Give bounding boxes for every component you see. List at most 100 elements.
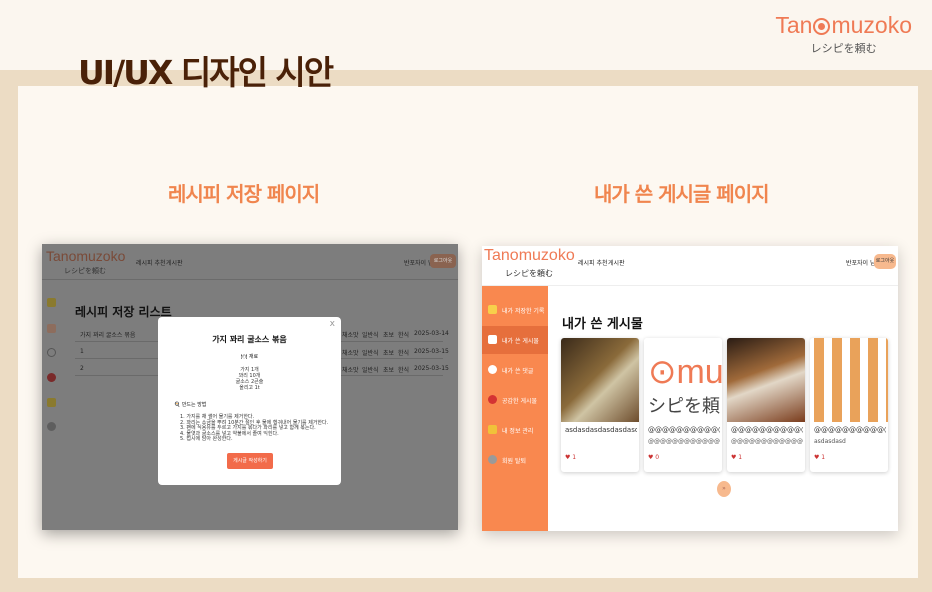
- logo-subtitle: レシピを頼む: [64, 267, 106, 275]
- sidebar-item-my-posts[interactable]: 내가 쓴 게시물: [482, 326, 548, 354]
- table-cell: 초보: [383, 332, 395, 339]
- likes: ♥ 1: [814, 454, 826, 461]
- post-desc: asdasdasd: [814, 438, 846, 445]
- table-cell: 2025-03-15: [414, 365, 449, 372]
- sidebar-item-label: 내가 저장한 기록: [502, 308, 545, 315]
- post-card[interactable]: @@@@@@@@@@@@@@@@ asdasdasd ♥ 1: [810, 338, 888, 472]
- table-cell: 채소맛: [342, 367, 359, 374]
- gear-icon: [488, 455, 497, 464]
- table-cell: 일반식: [362, 350, 379, 357]
- method-step: 5. 접시에 담아 완성한다.: [180, 436, 233, 442]
- key-icon: [488, 425, 497, 434]
- sidebar-item-label: 내가 쓴 게시물: [502, 338, 539, 345]
- post-title: @@@@@@@@@@@@@@@@: [731, 426, 803, 434]
- circle-icon[interactable]: [47, 348, 56, 357]
- heart-icon[interactable]: [47, 373, 56, 382]
- user-name: 반포자이 님: [846, 260, 876, 267]
- sidebar: 내가 저장한 기록 내가 쓴 게시물 내가 쓴 댓글 공감한 게시물 내 정보 …: [482, 286, 548, 531]
- table-cell: 일반식: [362, 367, 379, 374]
- logo[interactable]: Tanomuzoko: [46, 248, 125, 264]
- sidebar-item-label: 회원 탈퇴: [502, 458, 526, 465]
- post-card[interactable]: asdasdasdasdasdasd ♥ 1: [561, 338, 639, 472]
- logout-button[interactable]: 로그아웃: [430, 254, 456, 268]
- table-header-title: 가지 꽈리 굴소스 볶음: [80, 332, 136, 339]
- post-desc: @@@@@@@@@@@@@@@@@@: [648, 438, 720, 445]
- header: Tanomuzoko レシピを頼む 레시피 추천 게시판 반포자이 님 로그아웃: [42, 244, 458, 280]
- header: Tanomuzoko レシピを頼む 레시피 추천 게시판 반포자이 님 로그아웃: [482, 246, 898, 286]
- post-thumbnail: ⊙mu シピを頼: [644, 338, 722, 422]
- sidebar-item-my-info[interactable]: 내 정보 관리: [482, 416, 548, 444]
- like-count: 1: [821, 454, 826, 461]
- table-cell: 채소맛: [342, 332, 359, 339]
- circle-icon: [488, 365, 497, 374]
- folder-icon: [488, 305, 497, 314]
- table-cell: 일반식: [362, 332, 379, 339]
- folder-icon[interactable]: [47, 298, 56, 307]
- post-desc: @@@@@@@@@@@@@@@@@@: [731, 438, 803, 445]
- load-more-button[interactable]: »: [717, 481, 731, 497]
- method-label: 🍳 만드는 방법: [174, 402, 207, 408]
- table-row-number[interactable]: 2: [80, 365, 84, 372]
- sidebar-item-withdraw[interactable]: 회원 탈퇴: [482, 446, 548, 474]
- post-title: asdasdasdasdasdasd: [565, 426, 637, 434]
- post-title: @@@@@@@@@@@@@@@@: [648, 426, 720, 434]
- nav-recipe-recommend[interactable]: 레시피 추천: [578, 258, 608, 267]
- table-cell: 한식: [398, 367, 410, 374]
- brand-logo: Tan muzoko レシピを頼む: [775, 12, 912, 56]
- pencil-icon: [488, 335, 497, 344]
- modal-title: 가지 꽈리 굴소스 볶음: [212, 335, 287, 344]
- list-heading: 레시피 저장 리스트: [75, 305, 172, 319]
- likes: ♥ 1: [565, 454, 577, 461]
- sidebar-item-label: 내가 쓴 댓글: [502, 368, 534, 375]
- table-cell: 초보: [383, 350, 395, 357]
- brand-subtitle: レシピを頼む: [810, 42, 877, 55]
- sidebar-item-label: 내 정보 관리: [502, 428, 534, 435]
- like-count: 1: [572, 454, 577, 461]
- table-cell: 2025-03-15: [414, 348, 449, 355]
- logout-button[interactable]: 로그아웃: [874, 254, 896, 269]
- likes: ♥ 1: [731, 454, 743, 461]
- recipe-save-screenshot: Tanomuzoko レシピを頼む 레시피 추천 게시판 반포자이 님 로그아웃…: [42, 244, 458, 530]
- table-cell: 2025-03-14: [414, 330, 449, 337]
- close-icon[interactable]: x: [330, 319, 335, 329]
- posts-heading: 내가 쓴 게시물: [562, 317, 643, 332]
- likes: ♥ 0: [648, 454, 660, 461]
- logo[interactable]: Tanomuzoko: [484, 247, 575, 265]
- logo-subtitle: レシピを頼む: [505, 269, 553, 278]
- nav-board[interactable]: 게시판: [166, 258, 183, 267]
- sidebar-item-my-comments[interactable]: 내가 쓴 댓글: [482, 356, 548, 384]
- pencil-icon[interactable]: [47, 324, 56, 333]
- post-card[interactable]: @@@@@@@@@@@@@@@@ @@@@@@@@@@@@@@@@@@ ♥ 1: [727, 338, 805, 472]
- nav-board[interactable]: 게시판: [608, 258, 625, 267]
- write-post-button[interactable]: 게시글 작성하기: [227, 453, 273, 469]
- table-row-number[interactable]: 1: [80, 348, 84, 355]
- sidebar-item-liked[interactable]: 공감한 게시물: [482, 386, 548, 414]
- ingredients-label: 🍽 재료: [240, 354, 259, 360]
- gear-icon[interactable]: [47, 422, 56, 431]
- post-thumbnail: [727, 338, 805, 422]
- post-title: @@@@@@@@@@@@@@@@: [814, 426, 886, 434]
- section-title-recipe-save: 레시피 저장 페이지: [168, 182, 320, 206]
- table-cell: 초보: [383, 367, 395, 374]
- section-title-my-posts: 내가 쓴 게시글 페이지: [594, 182, 769, 206]
- like-count: 0: [655, 454, 660, 461]
- sidebar-item-label: 공감한 게시물: [502, 398, 538, 405]
- key-icon[interactable]: [47, 398, 56, 407]
- sidebar-item-saved[interactable]: 내가 저장한 기록: [482, 296, 548, 324]
- recipe-modal: x 가지 꽈리 굴소스 볶음 🍽 재료 가지 1개 꽈리 10개 굴소스 2큰술…: [158, 317, 341, 485]
- ingredient-item: 올리고 1t: [239, 385, 260, 391]
- post-thumbnail: [561, 338, 639, 422]
- my-posts-screenshot: Tanomuzoko レシピを頼む 레시피 추천 게시판 반포자이 님 로그아웃…: [482, 246, 898, 531]
- brand-name: Tan muzoko: [775, 12, 912, 38]
- table-cell: 채소맛: [342, 350, 359, 357]
- nav-recipe-recommend[interactable]: 레시피 추천: [136, 258, 166, 267]
- page-title: UI/UX 디자인 시안: [78, 53, 334, 92]
- table-cell: 한식: [398, 350, 410, 357]
- like-count: 1: [738, 454, 743, 461]
- donut-icon: [813, 18, 831, 35]
- post-card[interactable]: ⊙mu シピを頼 @@@@@@@@@@@@@@@@ @@@@@@@@@@@@@@…: [644, 338, 722, 472]
- method-steps: 1. 가지를 채 썰어 물기를 제거한다. 2. 꽈리는 소금을 뿌려 10분간…: [180, 414, 328, 443]
- post-thumbnail: [810, 338, 888, 422]
- table-cell: 한식: [398, 332, 410, 339]
- heart-icon: [488, 395, 497, 404]
